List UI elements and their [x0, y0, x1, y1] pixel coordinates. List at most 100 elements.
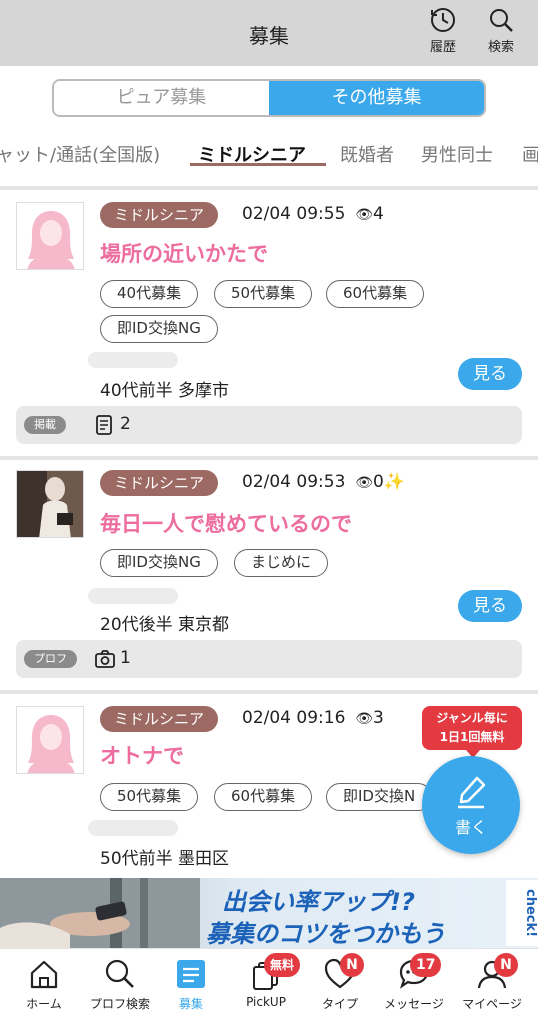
search-icon [105, 959, 134, 988]
tag: 40代募集 [100, 280, 199, 308]
app-header: 募集 履歴 検索 [0, 0, 538, 66]
tag: 即ID交換N [326, 783, 433, 811]
view-count: 0 [373, 472, 384, 492]
post-datetime: 02/04 09:55 [242, 204, 346, 224]
genre-badge: ミドルシニア [100, 470, 219, 496]
tab-label: ホーム [26, 997, 62, 1011]
tag: 50代募集 [214, 280, 313, 308]
tag: 60代募集 [214, 783, 313, 811]
post-stats-bar: 掲載 2 [16, 406, 522, 444]
view-count: 3 [373, 708, 384, 728]
tab-pickup[interactable]: PickUP 無料 [228, 953, 304, 1009]
eye-icon: 👁 [350, 207, 374, 223]
avatar[interactable] [16, 706, 84, 774]
ad-check-label: check! [506, 880, 538, 946]
search-label: 検索 [487, 40, 514, 55]
genre-badge: ミドルシニア [100, 706, 219, 732]
user-photo [17, 471, 83, 537]
free-badge: 無料 [264, 953, 301, 977]
default-avatar-icon [27, 715, 75, 773]
camera-icon [95, 650, 115, 668]
avatar[interactable] [16, 202, 84, 270]
search-button[interactable]: 検索 [476, 6, 526, 55]
tag: 即ID交換NG [100, 315, 218, 343]
default-avatar-icon [27, 211, 75, 269]
tab-mypage[interactable]: マイページ N [454, 953, 530, 1012]
blurred-nickname [88, 352, 178, 368]
post-count: 2 [120, 414, 131, 434]
tab-recruit[interactable]: 募集 [153, 957, 229, 1012]
post-meta: 02/04 09:55 👁4 [242, 204, 384, 224]
pure-recruit-tab[interactable]: ピュア募集 [54, 81, 269, 115]
post-title: オトナで [100, 744, 184, 768]
avatar[interactable] [16, 470, 84, 538]
genre-tab-male[interactable]: 男性同士 [421, 141, 493, 167]
tab-label: マイページ [462, 997, 522, 1011]
home-icon [30, 960, 58, 989]
eye-icon: 👁 [350, 711, 374, 727]
post-meta: 02/04 09:16 👁3 [242, 708, 384, 728]
ad-subheadline: 募集のコツをつかもう [206, 920, 446, 948]
history-label: 履歴 [429, 40, 456, 55]
sparkle-icon: ✨ [383, 472, 406, 492]
post-title: 場所の近いかたで [100, 242, 268, 266]
tab-label: PickUP [246, 995, 286, 1009]
other-recruit-tab[interactable]: その他募集 [269, 81, 484, 115]
bulletin-icon [96, 415, 112, 435]
promo-line-2: 1日1回無料 [439, 730, 505, 744]
tag: 即ID交換NG [100, 549, 218, 577]
post-stats-bar: プロフ 1 [16, 640, 522, 678]
photo-count: 1 [120, 648, 131, 668]
user-profile: 20代後半 東京都 [100, 615, 230, 635]
bottom-tab-bar: ホーム プロフ検索 募集 PickUP 無料 タイプ N メッセージ 17 マイ… [0, 948, 538, 1024]
recruit-type-toggle: ピュア募集 その他募集 [52, 79, 486, 117]
view-button[interactable]: 見る [458, 590, 522, 622]
blurred-nickname [88, 820, 178, 836]
clock-icon [431, 8, 455, 32]
tag: 50代募集 [100, 783, 199, 811]
unread-count-badge: 17 [410, 953, 442, 977]
tab-label: タイプ [321, 997, 358, 1011]
tab-label: 募集 [178, 997, 203, 1011]
post-type-badge: プロフ [24, 650, 77, 668]
tab-home[interactable]: ホーム [6, 957, 82, 1012]
genre-tab-married[interactable]: 既婚者 [340, 141, 394, 167]
new-badge: N [340, 953, 364, 977]
free-post-promo-bubble: ジャンル毎に 1日1回無料 [422, 706, 522, 758]
eye-icon: 👁 [350, 475, 374, 491]
tab-label: メッセージ [384, 997, 444, 1011]
genre-tabs: ャット/通話(全国版) ミドルシニア 既婚者 男性同士 画 [0, 133, 538, 173]
promo-line-1: ジャンル毎に [436, 711, 508, 725]
tab-type[interactable]: タイプ N [302, 953, 378, 1012]
write-label: 書く [454, 818, 487, 837]
genre-tab-image[interactable]: 画 [522, 141, 538, 167]
genre-tab-chat[interactable]: ャット/通話(全国版) [0, 141, 160, 167]
ad-headline: 出会い率アップ!? [222, 888, 415, 916]
tab-profile-search[interactable]: プロフ検索 [82, 957, 158, 1012]
genre-badge: ミドルシニア [100, 202, 219, 228]
view-button[interactable]: 見る [458, 358, 522, 390]
tag: 60代募集 [326, 280, 425, 308]
user-profile: 50代前半 墨田区 [100, 849, 230, 869]
active-genre-indicator [190, 163, 326, 166]
pen-icon [458, 776, 486, 809]
new-badge: N [494, 953, 518, 977]
post-card[interactable]: ミドルシニア 02/04 09:55 👁4 場所の近いかたで 40代募集 50代… [0, 190, 538, 454]
board-icon [177, 960, 205, 988]
history-button[interactable]: 履歴 [418, 6, 468, 55]
search-icon [490, 9, 513, 32]
post-card[interactable]: ミドルシニア 02/04 09:53 👁0✨ 毎日一人で慰めているので 即ID交… [0, 460, 538, 688]
post-datetime: 02/04 09:53 [242, 472, 346, 492]
post-type-badge: 掲載 [24, 416, 66, 434]
user-profile: 40代前半 多摩市 [100, 381, 230, 401]
tab-label: プロフ検索 [89, 997, 150, 1011]
ad-banner[interactable]: 出会い率アップ!? 募集のコツをつかもう check! [0, 878, 538, 948]
write-post-button[interactable]: 書く [422, 756, 520, 854]
tag: まじめに [234, 549, 329, 577]
post-meta: 02/04 09:53 👁0✨ [242, 472, 405, 492]
tab-messages[interactable]: メッセージ 17 [376, 953, 452, 1012]
post-datetime: 02/04 09:16 [242, 708, 346, 728]
blurred-nickname [88, 588, 178, 604]
hands-with-phone-image [0, 878, 200, 948]
view-count: 4 [373, 204, 384, 224]
